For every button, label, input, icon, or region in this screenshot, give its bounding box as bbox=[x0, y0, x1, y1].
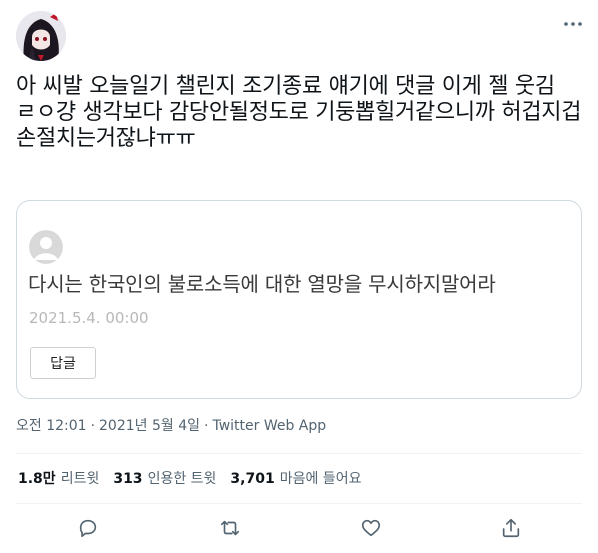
retweets-stat[interactable]: 1.8만 리트윗 bbox=[18, 469, 99, 489]
likes-stat[interactable]: 3,701 마음에 들어요 bbox=[230, 469, 361, 489]
reply-button[interactable]: 답글 bbox=[30, 347, 96, 379]
share-icon bbox=[502, 518, 520, 538]
reply-icon bbox=[79, 519, 97, 538]
quotes-stat[interactable]: 313 인용한 트윗 bbox=[113, 469, 216, 489]
tweet-text: 아 씨발 오늘일기 챌린지 조기종료 얘기에 댓글 이게 젤 웃김 ㄹㅇ걍 생각… bbox=[16, 74, 582, 151]
share-action-button[interactable] bbox=[500, 517, 524, 541]
divider bbox=[16, 453, 582, 454]
retweets-label: 리트윗 bbox=[60, 471, 100, 487]
quote-date: 2021.5.4. 00:00 bbox=[29, 309, 149, 327]
author-avatar[interactable] bbox=[16, 11, 66, 61]
more-options-button[interactable] bbox=[562, 16, 584, 32]
tweet-source[interactable]: Twitter Web App bbox=[212, 418, 326, 434]
tweet-meta: 오전 12:01 · 2021년 5월 4일 · Twitter Web App bbox=[16, 416, 326, 436]
meta-separator: · bbox=[90, 418, 96, 434]
retweet-icon bbox=[220, 520, 240, 536]
retweet-action-button[interactable] bbox=[219, 517, 243, 541]
tweet-stats: 1.8만 리트윗 313 인용한 트윗 3,701 마음에 들어요 bbox=[18, 469, 361, 489]
like-action-button[interactable] bbox=[360, 517, 384, 541]
more-dots-icon bbox=[564, 22, 582, 26]
profile-avatar-icon bbox=[16, 11, 66, 61]
likes-label: 마음에 들어요 bbox=[279, 471, 362, 487]
quotes-count: 313 bbox=[113, 471, 143, 487]
quoted-card[interactable]: 다시는 한국인의 불로소득에 대한 열망을 무시하지말어라 2021.5.4. … bbox=[16, 200, 582, 399]
meta-separator: · bbox=[204, 418, 209, 434]
like-icon bbox=[361, 519, 381, 537]
reply-action-button[interactable] bbox=[77, 517, 101, 541]
quotes-label: 인용한 트윗 bbox=[147, 471, 217, 487]
retweets-count: 1.8만 bbox=[18, 471, 56, 487]
tweet-date[interactable]: 2021년 5월 4일 bbox=[99, 418, 200, 434]
action-bar bbox=[0, 514, 598, 544]
quote-avatar bbox=[29, 230, 63, 264]
default-avatar-icon bbox=[29, 230, 63, 264]
likes-count: 3,701 bbox=[230, 471, 275, 487]
tweet-detail: 아 씨발 오늘일기 챌린지 조기종료 얘기에 댓글 이게 젤 웃김 ㄹㅇ걍 생각… bbox=[0, 0, 598, 553]
divider bbox=[16, 503, 582, 504]
quote-text: 다시는 한국인의 불로소득에 대한 열망을 무시하지말어라 bbox=[28, 272, 496, 296]
tweet-time[interactable]: 오전 12:01 bbox=[16, 418, 87, 434]
